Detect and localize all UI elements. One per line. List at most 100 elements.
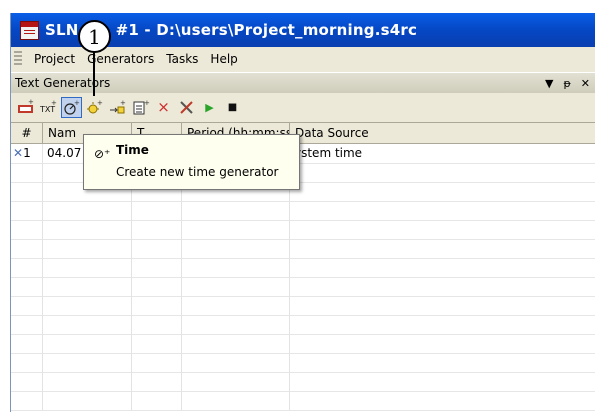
empty-cell <box>290 353 595 372</box>
empty-cell <box>11 353 43 372</box>
empty-row <box>11 201 595 221</box>
empty-row <box>11 315 595 335</box>
empty-cell <box>182 391 290 410</box>
empty-cell <box>43 372 132 391</box>
empty-cell <box>11 220 43 239</box>
empty-cell <box>182 315 290 334</box>
empty-row <box>11 372 595 392</box>
svg-text:+: + <box>74 99 80 107</box>
empty-cell <box>290 182 595 201</box>
empty-cell <box>11 258 43 277</box>
svg-text:+: + <box>120 99 126 107</box>
tools-icon[interactable] <box>176 97 197 118</box>
empty-cell <box>11 201 43 220</box>
empty-cell <box>290 258 595 277</box>
empty-cell <box>290 334 595 353</box>
empty-cell <box>132 277 182 296</box>
empty-cell <box>182 201 290 220</box>
empty-cell <box>11 277 43 296</box>
empty-row <box>11 258 595 278</box>
empty-cell <box>11 163 43 182</box>
empty-cell <box>43 239 132 258</box>
text-generator-icon[interactable]: TXT + <box>38 97 59 118</box>
panel-header: Text Generators ▼ ᵽ ✕ <box>11 72 595 93</box>
empty-row <box>11 353 595 373</box>
empty-cell <box>43 334 132 353</box>
empty-cell <box>43 258 132 277</box>
empty-cell <box>43 201 132 220</box>
empty-cell <box>11 391 43 410</box>
menu-tasks[interactable]: Tasks <box>160 50 204 68</box>
empty-cell <box>43 391 132 410</box>
close-icon[interactable]: ✕ <box>581 77 590 90</box>
empty-cell <box>11 182 43 201</box>
empty-cell <box>182 296 290 315</box>
svg-text:+: + <box>28 99 34 106</box>
col-number[interactable]: # <box>11 123 43 143</box>
empty-cell <box>11 334 43 353</box>
empty-row <box>11 391 595 411</box>
svg-text:+: + <box>144 99 150 107</box>
empty-cell <box>43 220 132 239</box>
app-window: SLN me #1 - D:\users\Project_morning.s4r… <box>10 13 595 413</box>
menubar-grip[interactable] <box>14 51 22 67</box>
empty-cell <box>132 315 182 334</box>
empty-cell <box>132 391 182 410</box>
empty-cell <box>182 258 290 277</box>
callout-marker: 1 <box>78 20 111 53</box>
tooltip-title: Time <box>116 143 149 157</box>
generator-icon: ✕ <box>13 146 24 160</box>
empty-cell <box>182 277 290 296</box>
empty-cell <box>290 220 595 239</box>
menu-project[interactable]: Project <box>28 50 81 68</box>
empty-cell <box>132 372 182 391</box>
time-generator-icon[interactable]: + <box>61 96 82 118</box>
empty-cell <box>43 315 132 334</box>
import-generator-icon[interactable]: + <box>107 97 128 118</box>
col-data-source[interactable]: Data Source <box>290 123 595 143</box>
svg-text:+: + <box>51 99 57 107</box>
toolbar: + TXT + + + + + × ▶ ■ <box>11 94 595 120</box>
empty-row <box>11 296 595 316</box>
empty-cell <box>132 296 182 315</box>
empty-cell <box>132 258 182 277</box>
empty-cell <box>43 277 132 296</box>
empty-cell <box>132 220 182 239</box>
row-number: 1 <box>23 146 31 160</box>
delete-icon[interactable]: × <box>153 97 174 118</box>
empty-cell <box>182 372 290 391</box>
empty-cell <box>182 220 290 239</box>
empty-row <box>11 220 595 240</box>
empty-cell <box>132 239 182 258</box>
tsb-generator-icon[interactable]: + <box>15 97 36 118</box>
empty-row <box>11 334 595 354</box>
empty-cell <box>43 353 132 372</box>
empty-cell <box>290 239 595 258</box>
empty-cell <box>43 296 132 315</box>
delete-glyph: × <box>157 98 170 116</box>
row-number-cell: ✕1 <box>11 144 43 163</box>
dropdown-icon[interactable]: ▼ <box>545 77 553 90</box>
empty-cell <box>11 372 43 391</box>
empty-cell <box>290 372 595 391</box>
empty-cell <box>290 201 595 220</box>
time-icon: ⊘⁺ <box>94 147 111 161</box>
play-icon[interactable]: ▶ <box>199 97 220 118</box>
svg-text:+: + <box>97 99 103 107</box>
app-icon <box>20 20 39 40</box>
stop-icon[interactable]: ■ <box>222 97 243 118</box>
empty-cell <box>290 277 595 296</box>
empty-cell <box>11 239 43 258</box>
light-generator-icon[interactable]: + <box>84 97 105 118</box>
stop-glyph: ■ <box>227 101 238 113</box>
empty-cell <box>182 239 290 258</box>
empty-cell <box>182 334 290 353</box>
callout-number: 1 <box>88 24 101 49</box>
list-generator-icon[interactable]: + <box>130 97 151 118</box>
menu-help[interactable]: Help <box>204 50 243 68</box>
callout-line <box>93 52 95 96</box>
play-glyph: ▶ <box>205 100 214 114</box>
pin-icon[interactable]: ᵽ <box>563 77 570 90</box>
empty-cell <box>182 353 290 372</box>
empty-cell <box>132 353 182 372</box>
